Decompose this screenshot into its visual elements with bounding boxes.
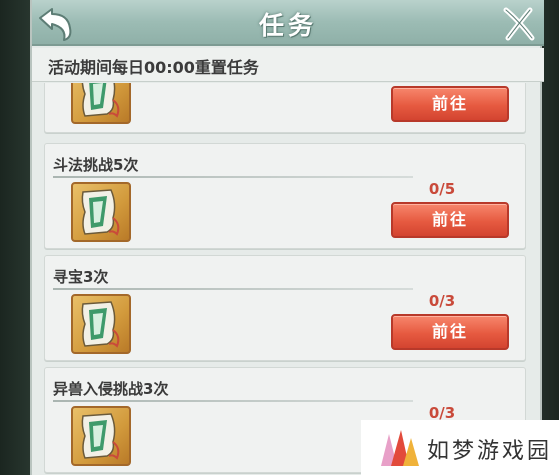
task-title: 寻宝3次: [53, 268, 109, 286]
site-watermark: 如梦游戏园: [361, 420, 559, 475]
panel-header: 任务: [32, 0, 544, 46]
reward-scroll-icon: [81, 189, 120, 236]
go-button[interactable]: 前往: [391, 202, 509, 238]
reward-scroll-icon: [81, 413, 120, 460]
reward-item[interactable]: [71, 182, 131, 242]
card-divider: [53, 288, 413, 290]
reward-scroll-icon: [81, 301, 120, 348]
reward-scroll-icon: [81, 83, 120, 118]
task-progress: 0/3: [428, 292, 456, 310]
task-card: 斗法挑战5次 0/5 前往: [44, 143, 526, 249]
close-button[interactable]: [500, 6, 536, 42]
reward-item[interactable]: [71, 294, 131, 354]
task-card: 前往: [44, 83, 526, 133]
reset-notice: 活动期间每日00:00重置任务: [48, 58, 259, 77]
watermark-text: 如梦游戏园: [427, 439, 553, 464]
card-divider: [53, 400, 413, 402]
close-x-icon: [503, 7, 535, 41]
task-panel: 任务 活动期间每日00:00重置任务 前往 斗法挑战5次 0/5 前往 寻宝3次…: [30, 0, 544, 475]
task-list[interactable]: 前往 斗法挑战5次 0/5 前往 寻宝3次 0/3 前往 异兽入侵挑战3次 0/…: [32, 83, 544, 475]
page-title: 任务: [258, 11, 317, 40]
task-title: 斗法挑战5次: [53, 156, 139, 174]
go-button[interactable]: 前往: [391, 314, 509, 350]
reward-item[interactable]: [71, 83, 131, 124]
reward-item[interactable]: [71, 406, 131, 466]
task-progress: 0/5: [428, 180, 456, 198]
reset-notice-bar: 活动期间每日00:00重置任务: [32, 48, 544, 82]
card-divider: [53, 176, 413, 178]
go-button[interactable]: 前往: [391, 86, 509, 122]
task-card: 寻宝3次 0/3 前往: [44, 255, 526, 361]
watermark-logo-icon: [381, 430, 419, 466]
task-title: 异兽入侵挑战3次: [53, 380, 169, 398]
